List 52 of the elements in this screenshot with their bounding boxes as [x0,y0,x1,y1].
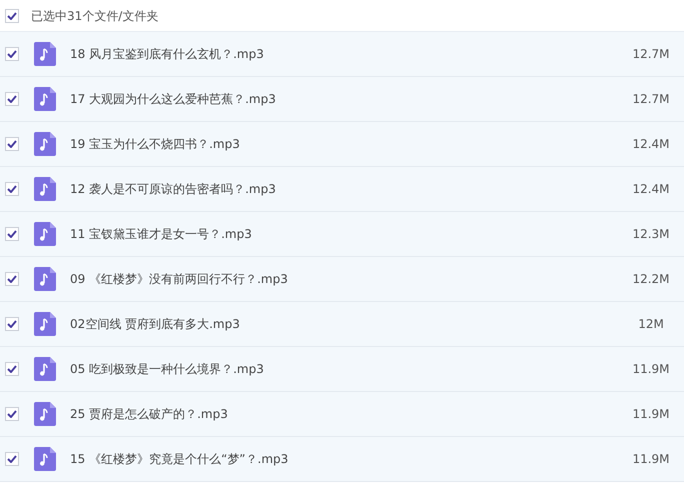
file-size: 12.7M [631,46,671,63]
audio-file-icon [34,447,56,471]
file-size: 12.4M [631,136,671,153]
checkbox[interactable] [5,182,19,196]
selection-count: 已选中31个文件/文件夹 [31,8,158,24]
file-size: 11.9M [631,361,671,378]
file-name[interactable]: 18 风月宝鉴到底有什么玄机？.mp3 [70,45,626,63]
file-row[interactable]: 09 《红楼梦》没有前两回行不行？.mp3 12.2M [0,257,684,302]
file-name[interactable]: 05 吃到极致是一种什么境界？.mp3 [70,360,626,378]
checkbox[interactable] [5,47,19,61]
file-name[interactable]: 25 贾府是怎么破产的？.mp3 [70,405,626,423]
file-row[interactable]: 19 宝玉为什么不烧四书？.mp3 12.4M [0,122,684,167]
file-size: 12M [637,316,665,333]
file-row[interactable]: 18 风月宝鉴到底有什么玄机？.mp3 12.7M [0,32,684,77]
file-row[interactable]: 05 吃到极致是一种什么境界？.mp3 11.9M [0,347,684,392]
file-size: 12.4M [631,181,671,198]
file-name[interactable]: 09 《红楼梦》没有前两回行不行？.mp3 [70,270,626,288]
checkbox[interactable] [5,452,19,466]
checkbox[interactable] [5,362,19,376]
file-name[interactable]: 11 宝钗黛玉谁才是女一号？.mp3 [70,225,626,243]
checkbox[interactable] [5,8,19,22]
file-name[interactable]: 19 宝玉为什么不烧四书？.mp3 [70,135,626,153]
audio-file-icon [34,222,56,246]
checkbox[interactable] [5,92,19,106]
file-name[interactable]: 17 大观园为什么这么爱种芭蕉？.mp3 [70,90,626,108]
audio-file-icon [34,177,56,201]
checkbox[interactable] [5,272,19,286]
checkbox[interactable] [5,407,19,421]
checkbox[interactable] [5,317,19,331]
audio-file-icon [34,402,56,426]
file-name[interactable]: 02空间线 贾府到底有多大.mp3 [70,315,626,333]
audio-file-icon [34,42,56,66]
file-name[interactable]: 15 《红楼梦》究竟是个什么“梦”？.mp3 [70,450,626,468]
file-size: 11.9M [631,406,671,423]
file-row[interactable]: 12 袭人是不可原谅的告密者吗？.mp3 12.4M [0,167,684,212]
audio-file-icon [34,132,56,156]
file-row[interactable]: 17 大观园为什么这么爱种芭蕉？.mp3 12.7M [0,77,684,122]
file-size: 12.7M [631,91,671,108]
file-row[interactable]: 15 《红楼梦》究竟是个什么“梦”？.mp3 11.9M [0,437,684,482]
file-row[interactable]: 11 宝钗黛玉谁才是女一号？.mp3 12.3M [0,212,684,257]
file-size: 11.9M [631,451,671,468]
audio-file-icon [34,312,56,336]
audio-file-icon [34,357,56,381]
checkbox[interactable] [5,227,19,241]
file-name[interactable]: 12 袭人是不可原谅的告密者吗？.mp3 [70,180,626,198]
file-row[interactable]: 02空间线 贾府到底有多大.mp3 12M [0,302,684,347]
file-row[interactable]: 25 贾府是怎么破产的？.mp3 11.9M [0,392,684,437]
file-size: 12.3M [631,226,671,243]
audio-file-icon [34,87,56,111]
file-size: 12.2M [631,271,671,288]
checkbox[interactable] [5,137,19,151]
audio-file-icon [34,267,56,291]
